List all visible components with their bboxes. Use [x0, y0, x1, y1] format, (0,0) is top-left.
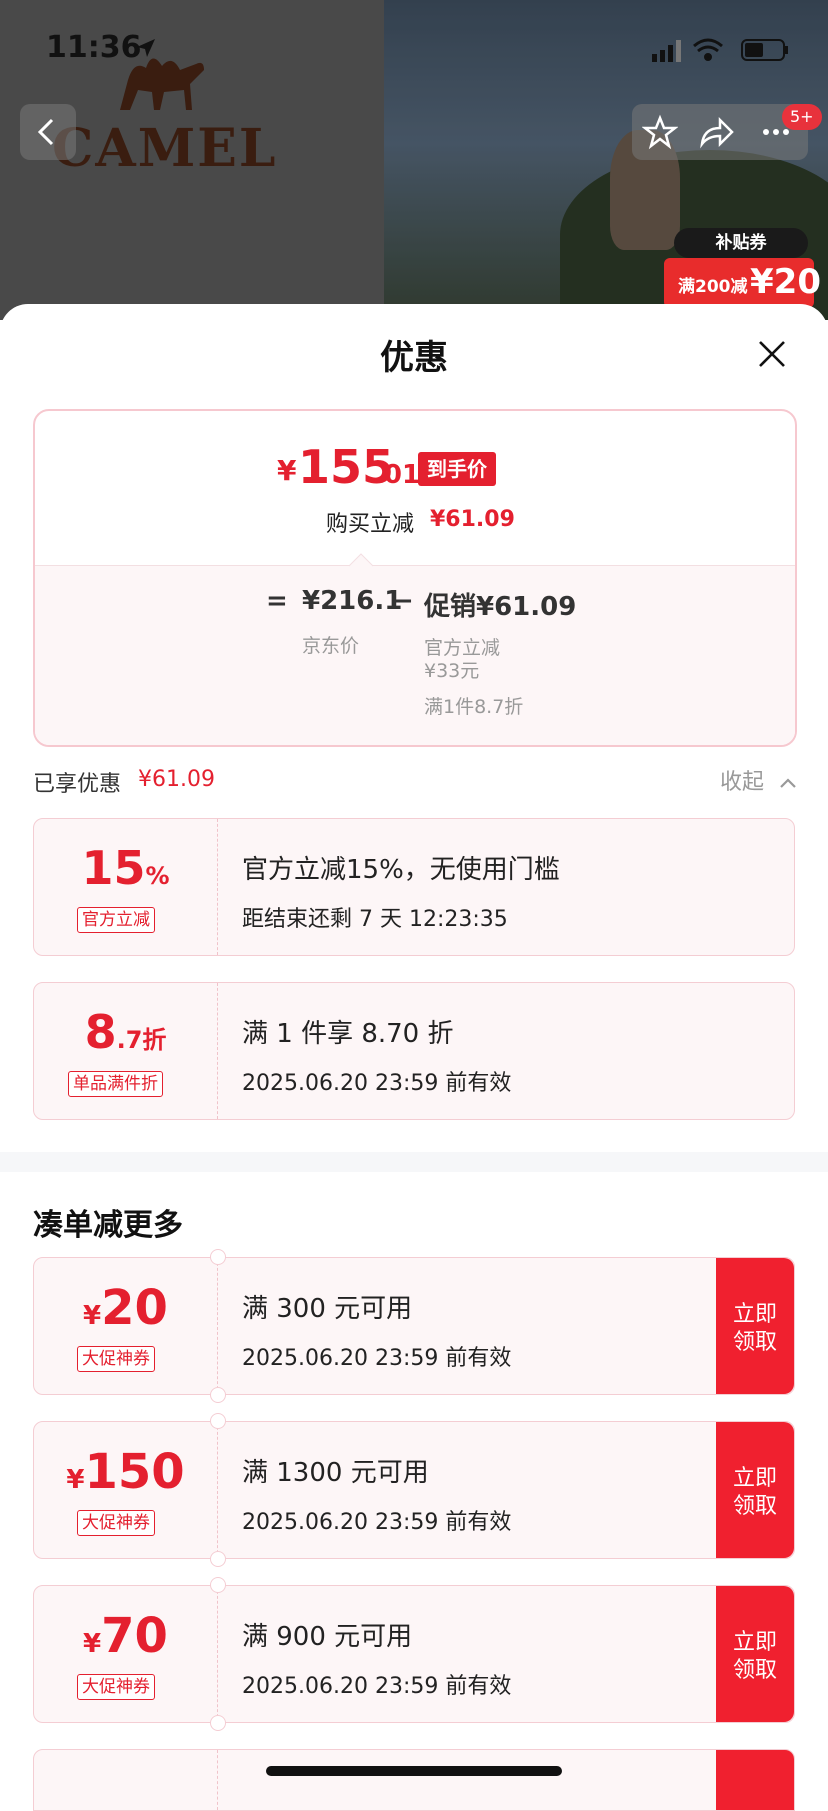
coupon-amount: ¥70: [83, 1608, 168, 1664]
chevron-up-icon: [780, 778, 796, 788]
claim-coupon-button[interactable]: 立即 领取: [716, 1422, 794, 1558]
home-indicator[interactable]: [266, 1766, 562, 1776]
coupon-validity: 2025.06.20 23:59 前有效: [242, 1346, 512, 1371]
promo-detail: ¥33元: [424, 660, 480, 682]
section-divider: [0, 1152, 828, 1172]
applied-discount-card: 15% 官方立减 官方立减15%，无使用门槛 距结束还剩 7 天 12:23:3…: [33, 818, 795, 956]
final-price-tag: 到手价: [418, 452, 496, 486]
claim-coupon-button[interactable]: 立即 领取: [716, 1586, 794, 1722]
location-arrow-icon: [137, 39, 155, 57]
discount-countdown: 距结束还剩 7 天 12:23:35: [242, 907, 508, 932]
coupon-condition: 满 900 元可用: [242, 1622, 413, 1652]
coupon-validity: 2025.06.20 23:59 前有效: [242, 1674, 512, 1699]
discount-type-tag: 官方立减: [77, 907, 155, 933]
more-discounts-title: 凑单减更多: [33, 1208, 183, 1243]
promo-detail: 满1件8.7折: [424, 696, 524, 718]
buy-reduce-label: 购买立减: [326, 512, 415, 537]
collapse-label: 收起: [720, 770, 765, 795]
battery-icon: [741, 39, 788, 61]
claim-coupon-button[interactable]: 立即 领取: [716, 1258, 794, 1394]
discount-title: 满 1 件享 8.70 折: [242, 1019, 454, 1049]
equals-sign: =: [266, 586, 288, 616]
coupon-condition: 满 300 元可用: [242, 1294, 413, 1324]
subsidy-tag: 补贴券: [674, 228, 808, 258]
applied-discount-card: 8.7折 单品满件折 满 1 件享 8.70 折 2025.06.20 23:5…: [33, 982, 795, 1120]
message-count-badge: 5+: [782, 104, 822, 130]
discount-amount: 8.7折: [84, 1005, 167, 1059]
coupon-amount: ¥20: [83, 1280, 168, 1336]
coupon-card-partial: [33, 1749, 795, 1811]
coupon-condition: 满 1300 元可用: [242, 1458, 429, 1488]
coupon-amount: ¥150: [66, 1444, 185, 1500]
chevron-left-icon: [37, 118, 54, 146]
discount-title: 官方立减15%，无使用门槛: [242, 855, 560, 885]
share-icon[interactable]: [698, 114, 734, 150]
coupon-card: ¥150 大促神券 满 1300 元可用 2025.06.20 23:59 前有…: [33, 1413, 795, 1567]
coupon-type-tag: 大促神券: [77, 1674, 155, 1700]
collapse-button[interactable]: 收起: [720, 764, 797, 796]
enjoyed-discount-label: 已享优惠: [33, 772, 122, 797]
status-time: 11:36: [46, 30, 142, 65]
jd-price-label: 京东价: [302, 635, 360, 657]
coupon-type-tag: 大促神券: [77, 1510, 155, 1536]
coupon-type-tag: 大促神券: [77, 1346, 155, 1372]
sheet-title: 优惠: [380, 338, 448, 378]
subsidy-coupon-value: ¥20: [750, 262, 821, 302]
coupon-card: ¥70 大促神券 满 900 元可用 2025.06.20 23:59 前有效 …: [33, 1577, 795, 1731]
discount-amount: 15%: [81, 841, 170, 895]
status-indicators: [652, 38, 788, 62]
brand-logo-text: CAMEL: [52, 118, 278, 179]
buy-reduce-value: ¥61.09: [430, 507, 515, 532]
final-price-currency: ¥: [277, 454, 297, 487]
coupon-validity: 2025.06.20 23:59 前有效: [242, 1510, 512, 1535]
summary-pointer: [349, 553, 373, 567]
wifi-icon: [693, 38, 723, 61]
coupon-card: ¥20 大促神券 满 300 元可用 2025.06.20 23:59 前有效 …: [33, 1249, 795, 1403]
close-icon[interactable]: [752, 334, 792, 374]
subsidy-coupon: 满200减 ¥20: [664, 258, 821, 308]
minus-sign: −: [392, 586, 414, 616]
subsidy-coupon-condition: 满200减: [678, 277, 748, 297]
discount-validity: 2025.06.20 23:59 前有效: [242, 1071, 512, 1096]
final-price-decimal: .01: [374, 460, 421, 490]
jd-price: ¥216.1: [302, 586, 403, 616]
promo-amount: 促销¥61.09: [424, 592, 577, 622]
discount-type-tag: 单品满件折: [68, 1071, 163, 1097]
signal-icon: [652, 40, 681, 62]
back-button[interactable]: [20, 104, 76, 160]
enjoyed-discount-value: ¥61.09: [138, 767, 215, 792]
favorite-star-icon[interactable]: [642, 114, 678, 150]
